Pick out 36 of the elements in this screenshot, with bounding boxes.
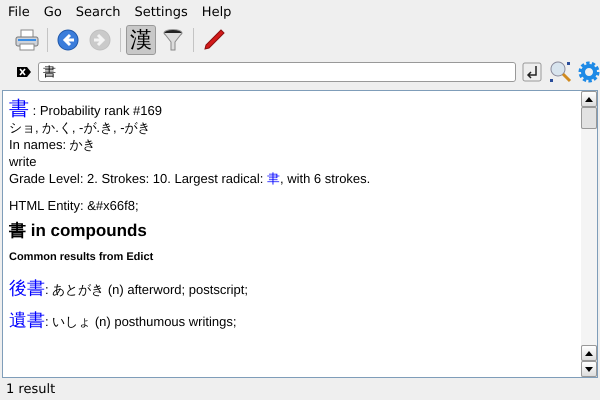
meaning: write xyxy=(9,154,36,169)
word-link[interactable]: 後書 xyxy=(9,278,45,298)
scroll-down-button[interactable] xyxy=(581,361,597,377)
radical-link[interactable]: 聿 xyxy=(266,171,280,186)
scroll-up-button[interactable] xyxy=(581,91,597,107)
menu-item[interactable]: Go xyxy=(38,4,70,20)
section-heading: 書 in compounds xyxy=(9,221,147,240)
up-arrow-icon xyxy=(585,350,593,356)
menu-item[interactable]: File xyxy=(2,4,38,20)
scrollbar-thumb[interactable] xyxy=(581,107,597,129)
word-definition: : いしょ (n) posthumous writings; xyxy=(45,314,236,329)
printer-icon xyxy=(15,29,39,51)
kanji-toggle-button[interactable]: 漢 xyxy=(126,25,156,55)
scroll-up-button[interactable] xyxy=(581,345,597,361)
gear-icon[interactable] xyxy=(578,61,600,83)
clear-icon[interactable] xyxy=(16,66,32,78)
up-arrow-icon xyxy=(585,96,593,102)
readings: ショ, か.く, -が.き, -がき xyxy=(9,120,151,135)
kanji-details: Grade Level: 2. Strokes: 10. Largest radical: 聿, with 6 strokes. xyxy=(9,170,372,187)
magnifier-icon[interactable] xyxy=(548,60,572,84)
html-entity: HTML Entity: &#x66f8; xyxy=(9,198,139,213)
menu-item[interactable]: Search xyxy=(70,4,128,20)
word-definition: : あとがき (n) afterword; postscript; xyxy=(45,282,248,297)
status-text: 1 result xyxy=(6,382,56,396)
name-readings: In names: かき xyxy=(9,137,96,152)
probability-rank: : Probability rank #169 xyxy=(32,103,162,118)
menu-item[interactable]: Help xyxy=(196,4,240,20)
search-field[interactable]: 書 xyxy=(38,62,516,82)
down-arrow-icon xyxy=(585,366,593,372)
funnel-icon xyxy=(163,28,183,52)
enter-key-icon[interactable] xyxy=(522,62,542,82)
kanji-link[interactable]: 書 xyxy=(9,98,29,120)
menu-item[interactable]: Settings xyxy=(128,4,196,20)
subheading: Common results from Edict xyxy=(9,251,154,263)
word-link[interactable]: 遺書 xyxy=(9,310,45,330)
pencil-icon xyxy=(203,29,225,51)
